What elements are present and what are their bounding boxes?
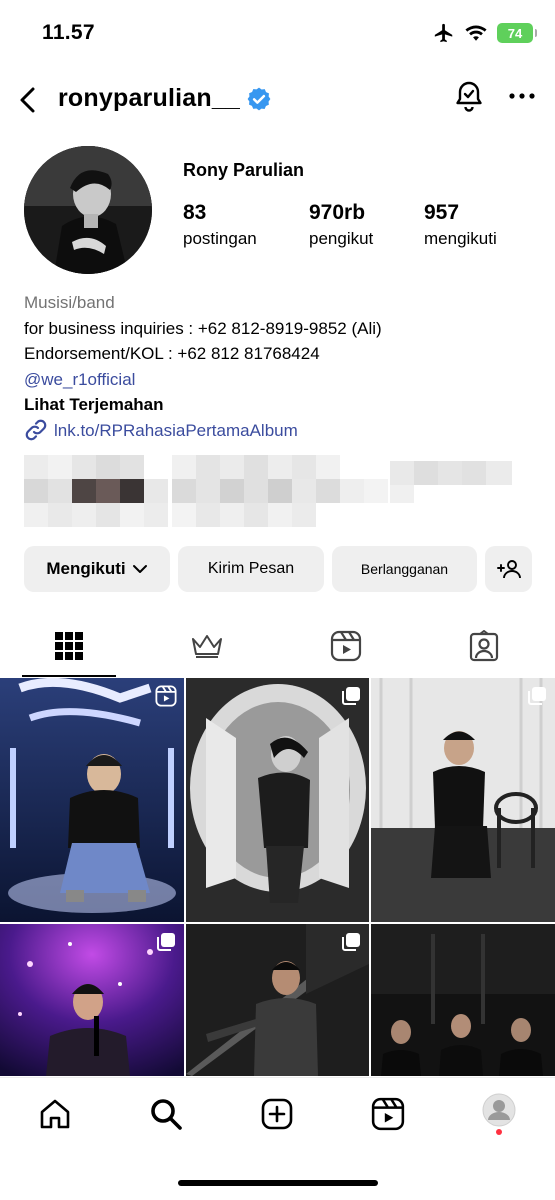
active-tab-indicator bbox=[22, 675, 116, 677]
avatar-photo bbox=[24, 146, 152, 274]
crown-icon bbox=[192, 635, 222, 658]
grid-post[interactable] bbox=[371, 678, 555, 922]
post-thumbnail bbox=[0, 678, 184, 922]
suggest-people-button[interactable] bbox=[485, 546, 532, 592]
header-actions bbox=[453, 80, 535, 112]
post-thumbnail bbox=[371, 678, 555, 922]
profile-full-name: Rony Parulian bbox=[183, 160, 305, 180]
profile-tabs bbox=[0, 614, 555, 678]
carousel-badge-icon bbox=[528, 687, 546, 705]
post-thumbnail bbox=[371, 924, 555, 1076]
nav-home[interactable] bbox=[27, 1094, 83, 1134]
message-button[interactable]: Kirim Pesan bbox=[178, 546, 324, 592]
add-person-icon bbox=[496, 560, 521, 579]
nav-create[interactable] bbox=[249, 1094, 305, 1134]
carousel-badge-icon bbox=[342, 933, 360, 951]
profile-bio: Musisi/band for business inquiries : +62… bbox=[24, 290, 544, 443]
tab-subscriptions[interactable] bbox=[138, 614, 276, 678]
grid-icon bbox=[55, 632, 83, 660]
nav-profile[interactable] bbox=[471, 1093, 527, 1135]
nav-search[interactable] bbox=[138, 1094, 194, 1134]
grid-post[interactable] bbox=[0, 678, 184, 922]
profile-avatar-icon bbox=[482, 1093, 516, 1135]
reels-icon bbox=[330, 630, 362, 662]
verified-badge-icon bbox=[247, 87, 271, 110]
bio-line-business: for business inquiries : +62 812-8919-98… bbox=[24, 318, 382, 338]
stat-followers-value: 970rb bbox=[309, 201, 366, 224]
stat-posts-value: 83 bbox=[183, 201, 207, 224]
see-translation-link[interactable]: Lihat Terjemahan bbox=[24, 392, 544, 418]
wifi-icon bbox=[465, 25, 487, 41]
battery-indicator: 74 bbox=[497, 23, 537, 43]
notification-bell-icon[interactable] bbox=[453, 80, 485, 112]
tab-posts-grid[interactable] bbox=[0, 614, 138, 678]
grid-post[interactable] bbox=[371, 924, 555, 1076]
grid-post[interactable] bbox=[186, 678, 369, 922]
link-icon bbox=[25, 419, 47, 441]
tab-reels[interactable] bbox=[277, 614, 415, 678]
bio-link-text: lnk.to/RPRahasiaPertamaAlbum bbox=[54, 420, 298, 440]
subscribe-button-label: Berlangganan bbox=[360, 561, 449, 577]
following-button[interactable]: Mengikuti bbox=[24, 546, 170, 592]
bio-external-link[interactable]: lnk.to/RPRahasiaPertamaAlbum bbox=[24, 418, 544, 444]
post-thumbnail bbox=[186, 678, 369, 922]
more-options-icon[interactable] bbox=[509, 92, 535, 100]
reels-icon bbox=[371, 1097, 405, 1131]
search-icon bbox=[151, 1099, 182, 1130]
stat-following-value: 957 bbox=[424, 201, 460, 224]
create-icon bbox=[261, 1098, 293, 1130]
chevron-down-icon bbox=[132, 565, 147, 573]
stat-following[interactable]: 957 mengikuti bbox=[424, 201, 497, 251]
bio-mention-link[interactable]: @we_r1official bbox=[24, 367, 544, 393]
grid-post[interactable] bbox=[186, 924, 369, 1076]
grid-post[interactable] bbox=[0, 924, 184, 1076]
home-indicator bbox=[178, 1180, 378, 1186]
battery-level: 74 bbox=[507, 25, 523, 41]
pixelated-content bbox=[24, 455, 512, 527]
username-title[interactable]: ronyparulian__ bbox=[58, 84, 272, 113]
profile-stats: 83 postingan 970rb pengikut 957 mengikut… bbox=[183, 201, 497, 251]
subscribe-button[interactable]: Berlangganan bbox=[332, 546, 477, 592]
stat-following-label: mengikuti bbox=[424, 229, 497, 248]
bio-line-endorsement: Endorsement/KOL : +62 812 81768424 bbox=[24, 344, 320, 363]
message-button-label: Kirim Pesan bbox=[207, 560, 295, 577]
chevron-left-icon bbox=[20, 87, 35, 113]
profile-actions: Mengikuti Kirim Pesan Berlangganan bbox=[24, 546, 532, 592]
username: ronyparulian__ bbox=[58, 84, 241, 112]
stat-posts[interactable]: 83 postingan bbox=[183, 201, 309, 251]
stat-followers-label: pengikut bbox=[309, 229, 374, 248]
following-button-label: Mengikuti bbox=[46, 559, 126, 578]
carousel-badge-icon bbox=[157, 933, 175, 951]
airplane-icon bbox=[434, 23, 453, 43]
stat-posts-label: postingan bbox=[183, 229, 257, 248]
tab-tagged[interactable] bbox=[415, 614, 553, 678]
carousel-badge-icon bbox=[342, 687, 360, 705]
profile-avatar[interactable] bbox=[24, 146, 152, 274]
posts-grid bbox=[0, 678, 555, 1076]
stat-followers[interactable]: 970rb pengikut bbox=[309, 201, 424, 251]
tagged-icon bbox=[469, 630, 499, 662]
reel-badge-icon bbox=[155, 685, 177, 707]
status-time: 11.57 bbox=[42, 21, 95, 44]
status-icons: 74 bbox=[433, 22, 537, 44]
back-button[interactable] bbox=[10, 82, 46, 118]
status-bar: 11.57 74 bbox=[0, 0, 555, 64]
nav-reels[interactable] bbox=[360, 1094, 416, 1134]
home-icon bbox=[40, 1099, 70, 1129]
profile-header: ronyparulian__ bbox=[0, 72, 555, 128]
bio-category: Musisi/band bbox=[24, 293, 115, 312]
